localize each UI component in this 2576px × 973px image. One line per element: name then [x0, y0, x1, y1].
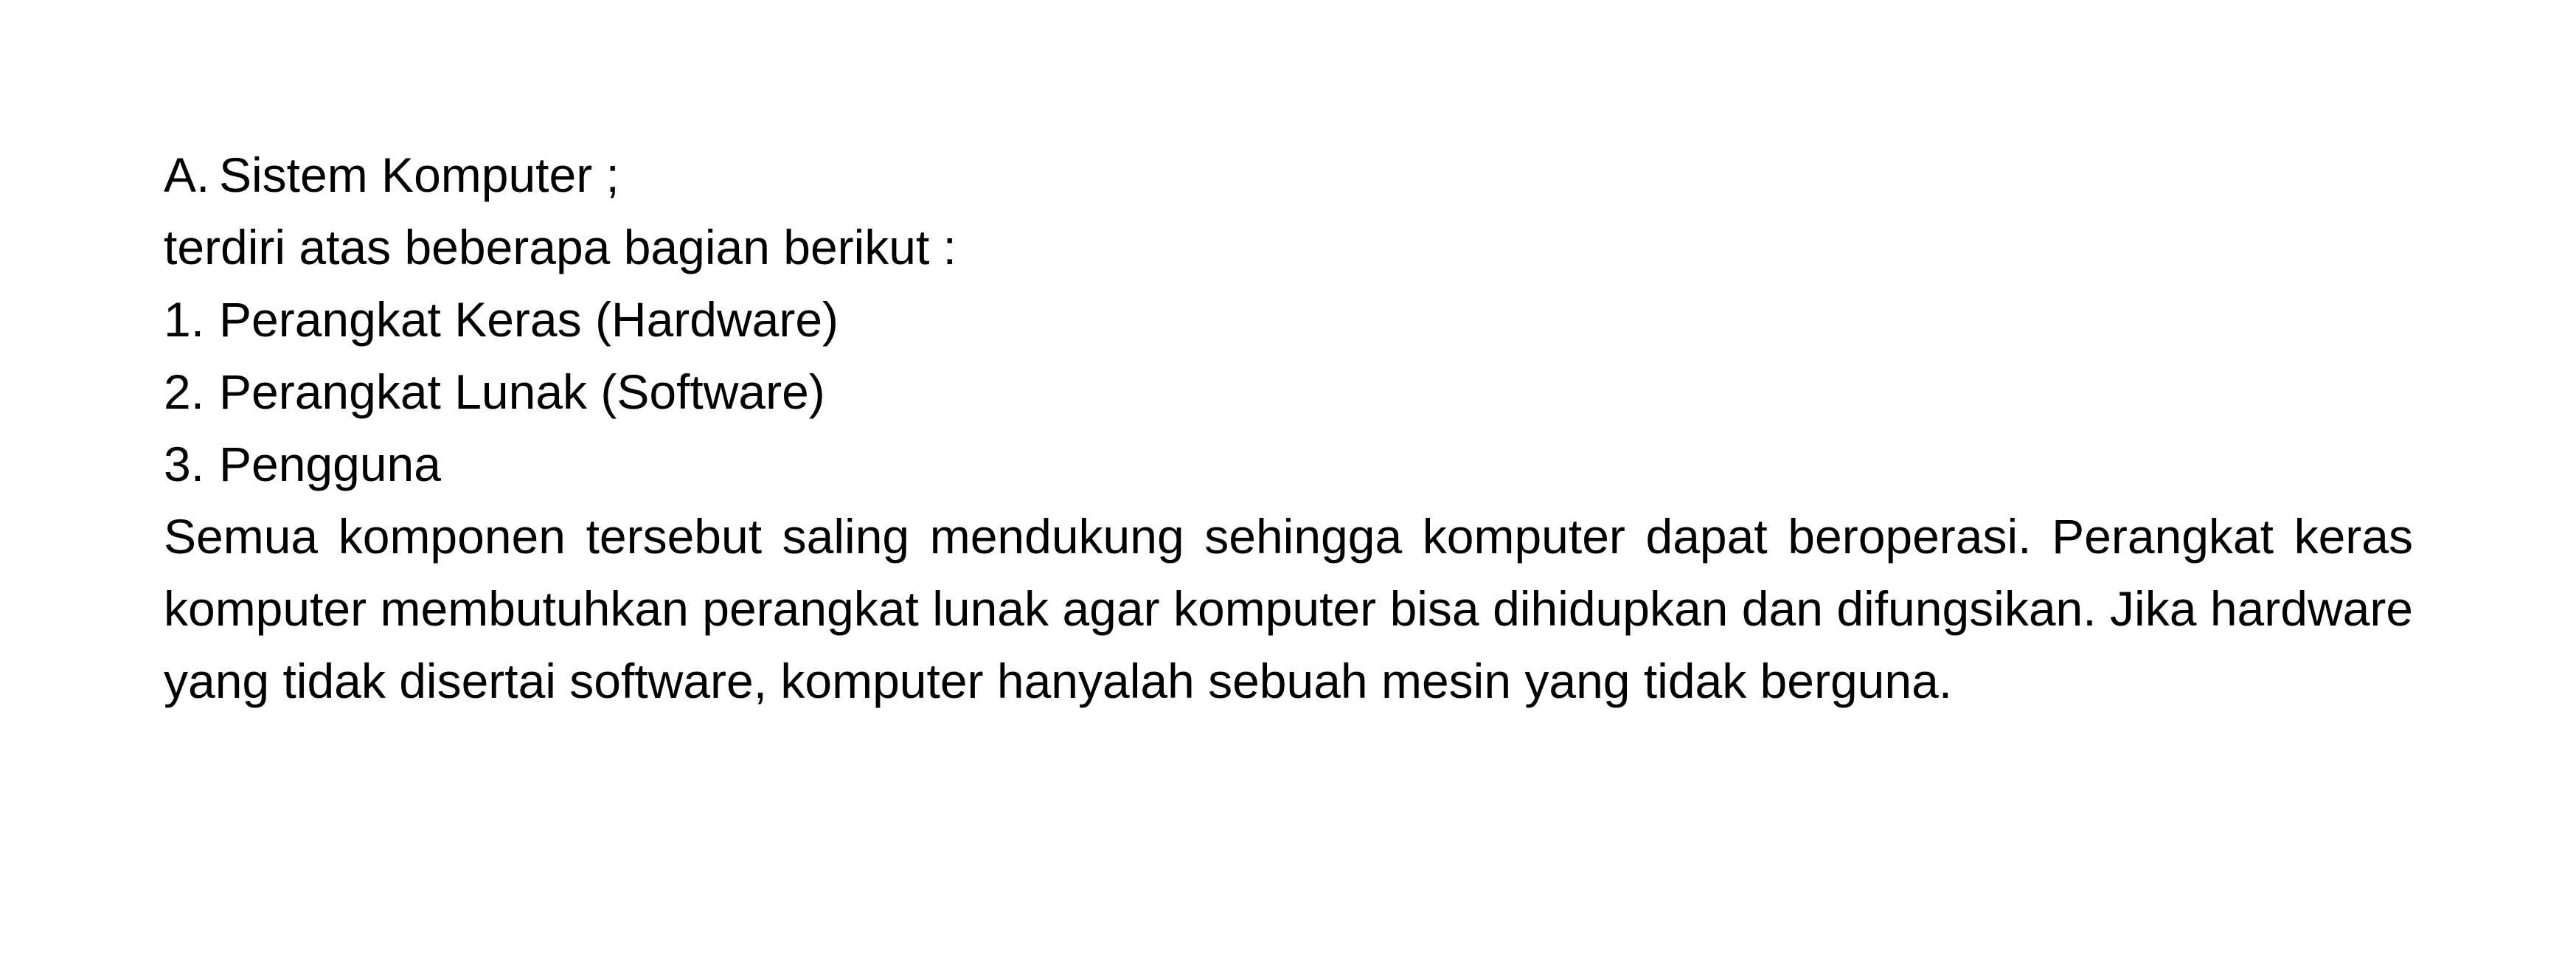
- list-item: 3. Pengguna: [164, 428, 2413, 500]
- section-title: Sistem Komputer ;: [219, 148, 619, 202]
- list-item-text: Pengguna: [219, 437, 441, 491]
- list-item: 1. Perangkat Keras (Hardware): [164, 283, 2413, 356]
- list-item: 2. Perangkat Lunak (Software): [164, 356, 2413, 428]
- document-body: A. Sistem Komputer ; terdiri atas bebera…: [164, 139, 2413, 717]
- intro-text: terdiri atas beberapa bagian berikut :: [164, 220, 957, 274]
- list-item-number: 1.: [164, 292, 205, 347]
- list-item-text: Perangkat Keras (Hardware): [219, 292, 839, 347]
- body-paragraph: Semua komponen tersebut saling mendukung…: [164, 509, 2413, 708]
- list-item-number: 2.: [164, 364, 205, 419]
- list-item-number: 3.: [164, 437, 205, 491]
- list-item-text: Perangkat Lunak (Software): [219, 364, 825, 419]
- section-marker: A.: [164, 148, 210, 202]
- section-heading: A. Sistem Komputer ;: [164, 139, 2413, 211]
